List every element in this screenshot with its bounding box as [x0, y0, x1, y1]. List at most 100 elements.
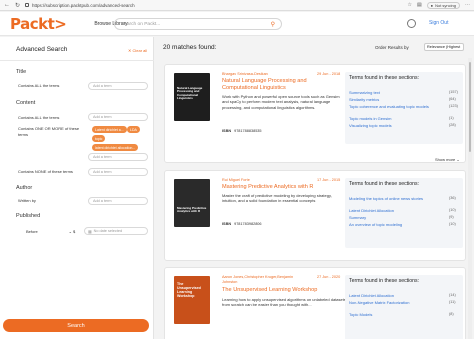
content-contains-all-label: Contains ALL the terms — [18, 115, 60, 120]
search-icon[interactable]: ⚲ — [271, 21, 275, 28]
date-picker[interactable]: ▦ No date selected — [84, 227, 148, 235]
chevron-down-icon: ⌄ — [68, 229, 72, 234]
order-by-select[interactable]: Relevance (Highest — [424, 43, 464, 51]
term-link[interactable]: An overview of topic modeling — [349, 222, 402, 227]
book-description: Work with Python and powerful open sourc… — [222, 94, 340, 110]
terms-found-box: Terms found in these sections: Modeling … — [345, 178, 463, 248]
term-tag[interactable]: Latent dirichlet a... — [92, 126, 127, 133]
content-contains-none-input[interactable]: Add a term — [88, 168, 148, 176]
term-link[interactable]: Topic models in Gensim — [349, 116, 391, 121]
more-icon[interactable]: ⋯ — [465, 2, 470, 8]
term-tag[interactable]: latent dirichlet allocation... — [92, 144, 139, 151]
search-button[interactable]: Search — [3, 319, 149, 332]
book-author[interactable]: Bhargav Srinivasa-Desikan — [222, 72, 268, 76]
calendar-icon: ▦ — [88, 229, 92, 234]
term-count: (123) — [449, 104, 458, 108]
book-cover[interactable]: Natural Language Processing and Computat… — [174, 73, 210, 121]
packt-logo[interactable]: Packt> — [10, 15, 67, 33]
isbn-label: ISBN — [222, 222, 232, 226]
matches-count: 20 matches found: — [163, 44, 217, 51]
term-count: (11) — [449, 300, 456, 304]
sync-label: Not syncing — [435, 2, 456, 8]
book-isbn: ISBN 9781783982806 — [222, 222, 262, 226]
clear-all-link[interactable]: ✕ Clear all — [128, 48, 147, 53]
isbn-value: 9781788838535 — [234, 129, 262, 133]
cover-title: The Unsupervised Learning Workshop — [177, 282, 201, 298]
collections-icon[interactable]: ▤ — [417, 2, 422, 8]
term-count: (28) — [449, 123, 456, 127]
cover-title: Mastering Predictive Analytics with R — [177, 206, 207, 214]
advanced-search-title: Advanced Search — [16, 46, 68, 53]
site-header: Packt> Browse Library Search on Packt...… — [0, 12, 474, 36]
terms-found-box: Terms found in these sections: Summarizi… — [345, 72, 463, 144]
sign-out-link[interactable]: Sign Out — [429, 20, 448, 26]
title-contains-all-input[interactable]: Add a term — [88, 82, 148, 90]
content-section-heading: Content — [16, 100, 36, 106]
browser-toolbar: ← ↻ https://subscription.packtpub.com/ad… — [0, 0, 474, 11]
term-count: (8) — [449, 312, 454, 316]
term-link[interactable]: Topic Models — [349, 312, 372, 317]
title-section-heading: Title — [16, 69, 27, 75]
book-card[interactable]: The Unsupervised Learning Workshop Aaron… — [164, 267, 466, 339]
refresh-icon[interactable]: ↻ — [15, 2, 20, 9]
chevron-down-icon: ⌄ — [456, 157, 460, 162]
dollar-label: $ — [73, 229, 76, 234]
content-contains-all-input[interactable]: Add a term — [88, 113, 148, 121]
order-by-label: Order Results by — [375, 45, 409, 50]
scrollbar-thumb[interactable] — [469, 62, 471, 152]
favorites-icon[interactable]: ☆ — [407, 2, 411, 8]
book-cover[interactable]: Mastering Predictive Analytics with R — [174, 179, 210, 227]
profile-icon: ● — [430, 2, 434, 8]
book-author[interactable]: Aaron Jones,Christopher Kruger,Benjamin … — [222, 275, 302, 284]
before-select[interactable]: Before ⌄ — [26, 229, 72, 234]
divider — [0, 60, 154, 61]
user-icon[interactable] — [407, 19, 416, 28]
show-more-label: Show more — [435, 157, 456, 162]
site-search-input[interactable]: Search on Packt... ⚲ — [114, 18, 282, 30]
book-date: 17 Jun - 2015 — [317, 178, 341, 182]
book-title[interactable]: Natural Language Processing and Computat… — [222, 78, 342, 91]
terms-heading: Terms found in these sections: — [349, 278, 420, 284]
results-scrollbar[interactable] — [468, 58, 472, 339]
address-bar[interactable]: https://subscription.packtpub.com/advanc… — [25, 1, 402, 9]
term-link[interactable]: Latent Dirichlet Allocation — [349, 208, 394, 213]
terms-heading: Terms found in these sections: — [349, 75, 420, 81]
term-link[interactable]: Modeling the topics of online news stori… — [349, 196, 439, 201]
book-cover[interactable]: The Unsupervised Learning Workshop — [174, 276, 210, 324]
term-link[interactable]: Similarity metrics — [349, 97, 379, 102]
book-title[interactable]: Mastering Predictive Analytics with R — [222, 184, 342, 191]
sync-button[interactable]: ● Not syncing — [426, 1, 460, 9]
term-count: (10) — [449, 222, 456, 226]
term-tag[interactable]: topic — [92, 135, 106, 142]
back-icon[interactable]: ← — [4, 2, 10, 8]
term-count: (10) — [449, 208, 456, 212]
book-author[interactable]: Rui Miguel Forte — [222, 178, 250, 182]
term-link[interactable]: Summary — [349, 215, 366, 220]
terms-found-box: Terms found in these sections: Latent Di… — [345, 275, 463, 339]
terms-heading: Terms found in these sections: — [349, 181, 420, 187]
written-by-input[interactable]: Add a term — [88, 197, 148, 205]
before-label: Before — [26, 229, 38, 234]
book-card[interactable]: Natural Language Processing and Computat… — [164, 64, 466, 163]
term-tag[interactable]: LDA — [127, 126, 140, 133]
results-list: Natural Language Processing and Computat… — [158, 58, 468, 339]
content-contains-one-input[interactable]: Add a term — [88, 153, 148, 161]
term-link[interactable]: Visualizing topic models — [349, 123, 392, 128]
show-more-link[interactable]: Show more ⌄ — [435, 157, 460, 162]
term-link[interactable]: Summarizing text — [349, 90, 380, 95]
book-title[interactable]: The Unsupervised Learning Workshop — [222, 287, 342, 294]
term-count: (64) — [449, 97, 456, 101]
content-contains-one-label: Contains ONE OR MORE of these terms — [18, 126, 80, 137]
term-count: (14) — [449, 293, 456, 297]
isbn-value: 9781783982806 — [234, 222, 262, 226]
term-link[interactable]: Non-Negative Matrix Factorization — [349, 300, 439, 305]
advanced-search-panel: Advanced Search ✕ Clear all Title Contai… — [0, 37, 154, 339]
title-contains-all-label: Contains ALL the terms — [18, 83, 60, 88]
book-date: 27 Jun - 2020 — [317, 275, 341, 279]
term-link[interactable]: Topic coherence and evaluating topic mod… — [349, 104, 439, 109]
content-contains-none-label: Contains NONE of these terms — [18, 169, 73, 174]
term-link[interactable]: Latent Dirichlet Allocation — [349, 293, 394, 298]
book-card[interactable]: Mastering Predictive Analytics with R Ru… — [164, 170, 466, 261]
lock-icon — [25, 3, 30, 7]
search-placeholder: Search on Packt... — [121, 21, 161, 27]
